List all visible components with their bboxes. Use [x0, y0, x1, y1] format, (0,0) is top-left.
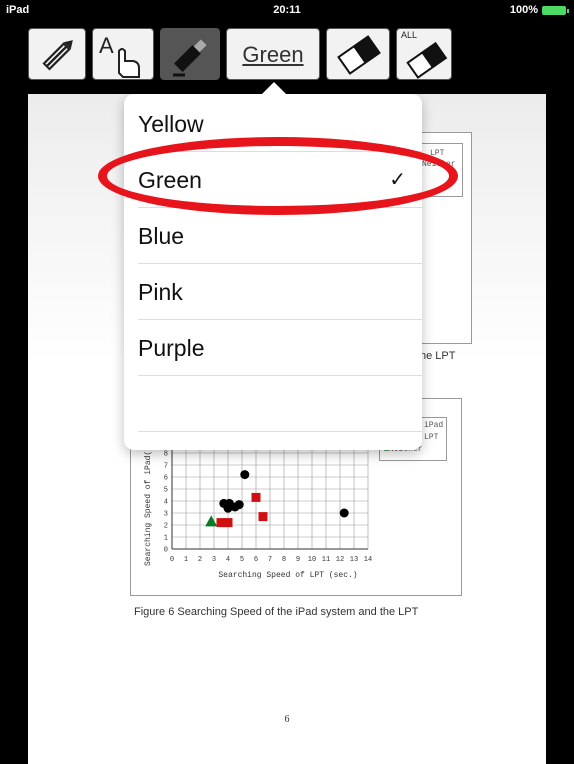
color-option-pink[interactable]: Pink [138, 264, 422, 320]
erase-all-tool-button[interactable]: ALL [396, 28, 452, 80]
battery-icon [542, 6, 569, 15]
color-option-blue[interactable]: Blue [138, 208, 422, 264]
page-number: 6 [284, 714, 290, 725]
clock: 20:11 [273, 4, 301, 16]
highlighter-icon [173, 39, 207, 77]
erase-all-label: ALL [401, 30, 418, 40]
color-option-purple[interactable]: Purple [138, 320, 422, 376]
pen-tool-button[interactable] [28, 28, 86, 80]
eraser-icon [337, 35, 381, 75]
eraser-tool-button[interactable] [326, 28, 390, 80]
page-margin-right [546, 94, 574, 764]
figure-5-caption: he LPT [420, 350, 456, 362]
color-option-empty[interactable] [138, 376, 422, 432]
annotation-toolbar: A Green ALL [0, 20, 574, 94]
color-button-label: Green [242, 42, 304, 67]
popover-arrow [262, 82, 286, 94]
status-bar: iPad 20:11 100% [0, 0, 574, 20]
text-touch-icon: A [99, 33, 140, 78]
annotation-red-ellipse [98, 137, 458, 215]
highlighter-tool-button[interactable] [160, 28, 220, 80]
page-margin-left [0, 94, 28, 764]
color-dropdown-button[interactable]: Green [226, 28, 320, 80]
text-select-tool-button[interactable]: A [92, 28, 154, 80]
figure-6-caption: Figure 6 Searching Speed of the iPad sys… [134, 606, 419, 618]
svg-text:A: A [99, 33, 114, 58]
pen-icon [42, 40, 73, 71]
battery-percent: 100% [509, 4, 538, 16]
